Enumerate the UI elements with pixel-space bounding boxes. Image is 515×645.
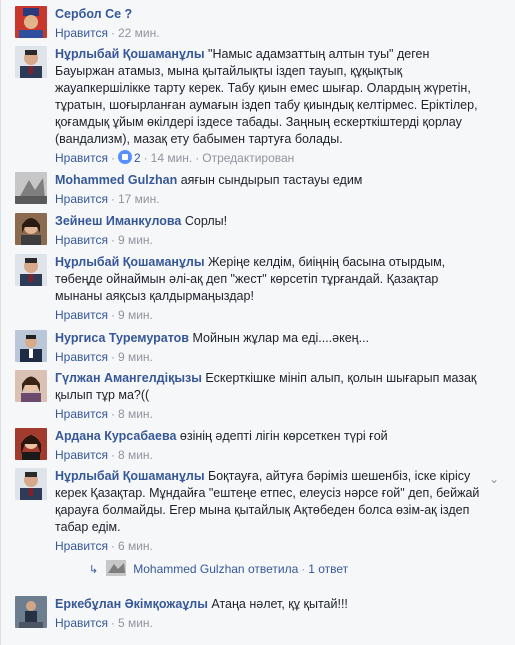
comment-author[interactable]: Еркебұлан Әкімқожаұлы: [55, 597, 208, 611]
like-link[interactable]: Нравится: [55, 616, 108, 630]
comment-author[interactable]: Ардана Курсабаева: [55, 429, 176, 443]
reply-count[interactable]: 1 ответ: [308, 562, 348, 576]
like-link[interactable]: Нравится: [55, 192, 108, 206]
avatar: [106, 560, 127, 576]
avatar[interactable]: [15, 370, 47, 402]
like-link[interactable]: Нравится: [55, 350, 108, 364]
timestamp[interactable]: 22 мин.: [118, 26, 160, 40]
reply-author[interactable]: Mohammed Gulzhan: [133, 562, 244, 576]
comment-author[interactable]: Нұрлыбай Қошаманұлы: [55, 469, 205, 483]
timestamp[interactable]: 5 мин.: [118, 616, 153, 630]
timestamp[interactable]: 14 мин.: [151, 151, 193, 165]
avatar[interactable]: [15, 172, 47, 204]
reaction-count[interactable]: 2: [134, 151, 141, 165]
avatar[interactable]: [15, 428, 47, 460]
like-link[interactable]: Нравится: [55, 233, 108, 247]
avatar[interactable]: [15, 254, 47, 286]
avatar[interactable]: [15, 596, 47, 628]
timestamp[interactable]: 17 мин.: [118, 192, 160, 206]
timestamp[interactable]: 8 мин.: [118, 407, 153, 421]
comment-text: Атаңа нәлет, құ қытай!!!: [211, 597, 348, 611]
reply-action: ответила: [247, 562, 299, 576]
comment-text: аяғын сындырып тастауы едим: [180, 173, 363, 187]
like-link[interactable]: Нравится: [55, 539, 108, 553]
comment-author[interactable]: Mohammed Gulzhan: [55, 173, 177, 187]
timestamp[interactable]: 9 мин.: [118, 233, 153, 247]
comment-author[interactable]: Нұрлыбай Қошаманұлы: [55, 255, 205, 269]
comment-author[interactable]: Зейнеш Иманкулова: [55, 214, 181, 228]
avatar[interactable]: [15, 330, 47, 362]
comment-text: өзінің әдепті лігін көрсеткен түрі ғой: [179, 429, 388, 443]
like-link[interactable]: Нравится: [55, 448, 108, 462]
timestamp[interactable]: 8 мин.: [118, 448, 153, 462]
comment-author[interactable]: Нұрлыбай Қошаманұлы: [55, 47, 205, 61]
comment-text: Сорлы!: [184, 214, 228, 228]
avatar[interactable]: [15, 213, 47, 245]
timestamp[interactable]: 6 мин.: [118, 539, 153, 553]
like-link[interactable]: Нравится: [55, 26, 108, 40]
comment-text: "Намыс адамзаттың алтын туы" деген Бауыр…: [55, 47, 478, 146]
reply-arrow-icon: ↳: [89, 564, 99, 576]
avatar[interactable]: [15, 468, 47, 500]
comment-text: Мойнын жұлар ма еді....әкең...: [192, 331, 369, 345]
like-link[interactable]: Нравится: [55, 407, 108, 421]
like-reaction-icon: [117, 150, 132, 164]
timestamp[interactable]: 9 мин.: [118, 308, 153, 322]
comment-author[interactable]: Сербол Се ?: [55, 7, 132, 21]
comment-author[interactable]: Нургиса Туремуратов: [55, 331, 189, 345]
comment-feed: Сербол Се ? Нравится · 22 мин. Нұрлыбай Қо…: [1, 0, 515, 645]
avatar[interactable]: [15, 6, 47, 38]
chevron-down-icon[interactable]: ⌄: [489, 472, 499, 486]
avatar[interactable]: [15, 46, 47, 78]
reply-summary[interactable]: ↳ Mohammed Gulzhan ответила · 1 ответ: [89, 560, 495, 576]
like-link[interactable]: Нравится: [55, 151, 108, 165]
like-link[interactable]: Нравится: [55, 308, 108, 322]
edited-label[interactable]: Отредактирован: [202, 151, 294, 165]
timestamp[interactable]: 9 мин.: [118, 350, 153, 364]
comment-author[interactable]: Гүлжан Амангелдіқызы: [55, 371, 202, 385]
